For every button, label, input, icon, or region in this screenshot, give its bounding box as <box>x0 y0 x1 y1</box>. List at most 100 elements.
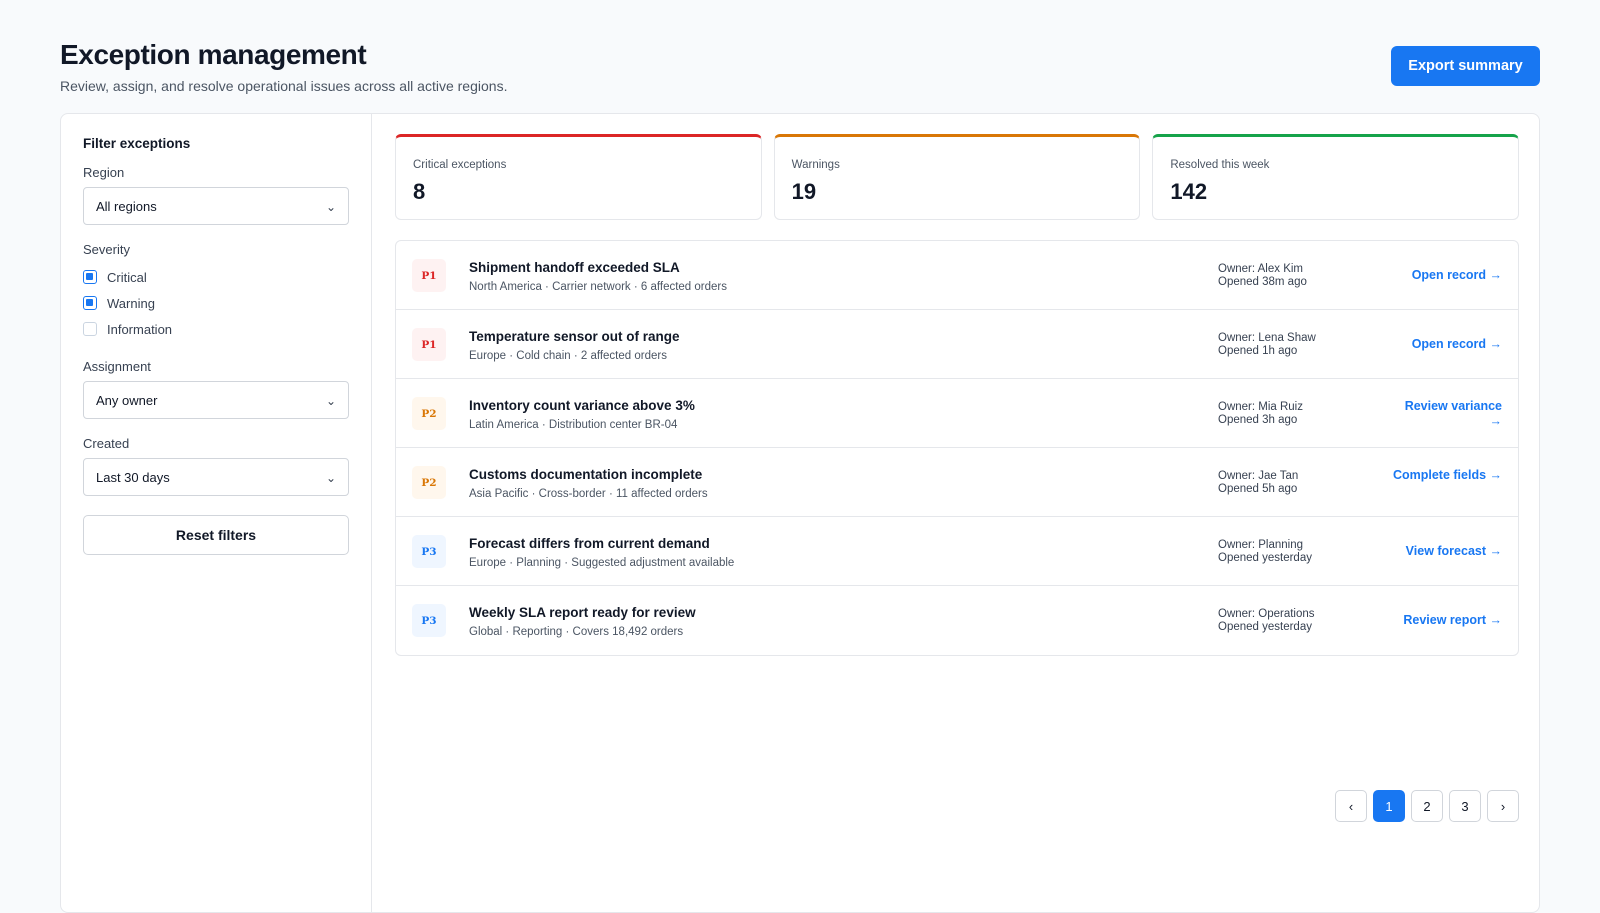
exception-owner-block: Owner: Alex Kim Opened 38m ago <box>1218 263 1307 289</box>
checkbox-icon[interactable] <box>83 296 97 310</box>
created-select[interactable]: Last 30 days ⌄ <box>83 458 349 496</box>
stat-card: Warnings 19 <box>773 134 1141 220</box>
priority-badge: P3 <box>412 604 446 637</box>
severity-option-information[interactable]: Information <box>83 316 349 342</box>
exception-owner: Owner: Operations <box>1218 608 1315 620</box>
exception-meta: North America · Carrier network · 6 affe… <box>469 281 727 293</box>
exception-owner-block: Owner: Mia Ruiz Opened 3h ago <box>1218 401 1303 427</box>
prev-page-button[interactable]: ‹ <box>1335 790 1367 822</box>
exception-meta: Europe · Cold chain · 2 affected orders <box>469 350 667 362</box>
exception-meta: Asia Pacific · Cross-border · 11 affecte… <box>469 488 708 500</box>
checkbox-icon[interactable] <box>83 322 97 336</box>
exception-owner-block: Owner: Jae Tan Opened 5h ago <box>1218 470 1298 496</box>
assignment-filter: Assignment Any owner ⌄ <box>83 359 349 419</box>
region-value: All regions <box>96 198 157 214</box>
stat-value: 19 <box>791 179 817 204</box>
next-page-button[interactable]: › <box>1487 790 1519 822</box>
exception-title: Shipment handoff exceeded SLA <box>469 260 680 275</box>
exception-action-link[interactable]: Open record → <box>1412 268 1502 283</box>
region-label: Region <box>83 165 125 180</box>
severity-option-warning[interactable]: Warning <box>83 290 349 316</box>
exceptions-panel: Filter exceptions Region All regions ⌄ S… <box>60 113 1540 913</box>
severity-option-label: Information <box>107 321 173 337</box>
chevron-down-icon: ⌄ <box>325 394 336 408</box>
exception-action-link[interactable]: View forecast → <box>1406 544 1502 559</box>
exception-row: P2 Inventory count variance above 3% Latin… <box>396 379 1518 448</box>
exception-opened: Opened yesterday <box>1218 552 1312 564</box>
exception-action-link[interactable]: Review variance → <box>1392 399 1502 429</box>
region-select[interactable]: All regions ⌄ <box>83 187 349 225</box>
exception-owner: Owner: Mia Ruiz <box>1218 401 1303 413</box>
page-subtitle: Review, assign, and resolve operational … <box>60 78 508 94</box>
exception-owner: Owner: Alex Kim <box>1218 263 1303 275</box>
exception-action-link[interactable]: Complete fields → <box>1392 468 1502 483</box>
priority-badge: P1 <box>412 259 446 292</box>
exception-owner-block: Owner: Planning Opened yesterday <box>1218 539 1312 565</box>
exception-row: P1 Shipment handoff exceeded SLA North Ame… <box>396 241 1518 310</box>
exception-opened: Opened 5h ago <box>1218 483 1298 495</box>
stat-label: Resolved this week <box>1170 159 1270 171</box>
stat-label: Critical exceptions <box>413 159 507 171</box>
page-title: Exception management <box>60 39 367 70</box>
exception-meta: Global · Reporting · Covers 18,492 order… <box>469 626 684 638</box>
region-filter: Region All regions ⌄ <box>83 165 349 225</box>
stats-row: Critical exceptions 8 Warnings 19 Resolved t… <box>395 134 1520 220</box>
exception-meta: Latin America · Distribution center BR-0… <box>469 419 678 431</box>
page-button-3[interactable]: 3 <box>1449 790 1481 822</box>
exception-opened: Opened yesterday <box>1218 621 1312 633</box>
exception-owner-block: Owner: Lena Shaw Opened 1h ago <box>1218 332 1316 358</box>
exception-row: P3 Weekly SLA report ready for review Glob… <box>396 586 1518 655</box>
exception-owner: Owner: Lena Shaw <box>1218 332 1316 344</box>
chevron-down-icon: ⌄ <box>325 471 336 485</box>
page-button-2[interactable]: 2 <box>1411 790 1443 822</box>
severity-filter: Severity Critical Warning Information <box>83 242 349 342</box>
severity-label: Severity <box>83 242 130 257</box>
exception-owner-block: Owner: Operations Opened yesterday <box>1218 608 1315 634</box>
exception-owner: Owner: Planning <box>1218 539 1304 551</box>
stat-label: Warnings <box>791 159 840 171</box>
pagination: ‹ 1 2 3 › <box>1335 790 1519 822</box>
assignment-select[interactable]: Any owner ⌄ <box>83 381 349 419</box>
exception-opened: Opened 3h ago <box>1218 414 1298 426</box>
checkbox-icon[interactable] <box>83 270 97 284</box>
assignment-value: Any owner <box>96 392 158 408</box>
exception-action-link[interactable]: Open record → <box>1412 337 1502 352</box>
stat-value: 142 <box>1170 179 1208 204</box>
exception-title: Temperature sensor out of range <box>469 329 680 344</box>
filter-title: Filter exceptions <box>83 136 191 151</box>
export-summary-button[interactable]: Export summary <box>1391 46 1540 86</box>
exception-title: Forecast differs from current demand <box>469 536 710 551</box>
created-value: Last 30 days <box>96 469 170 485</box>
exception-title: Weekly SLA report ready for review <box>469 605 696 620</box>
stat-card: Resolved this week 142 <box>1152 134 1520 220</box>
exception-owner: Owner: Jae Tan <box>1218 470 1299 482</box>
priority-badge: P2 <box>412 466 446 499</box>
created-filter: Created Last 30 days ⌄ <box>83 436 349 496</box>
priority-badge: P1 <box>412 328 446 361</box>
exception-list: P1 Shipment handoff exceeded SLA North Ame… <box>395 240 1519 656</box>
page-header: Exception management Review, assign, and… <box>60 38 1540 98</box>
exception-opened: Opened 1h ago <box>1218 345 1298 357</box>
severity-option-label: Warning <box>107 295 155 311</box>
priority-badge: P2 <box>412 397 446 430</box>
exception-action-link[interactable]: Review report → <box>1403 613 1502 628</box>
exception-title: Customs documentation incomplete <box>469 467 703 482</box>
exception-title: Inventory count variance above 3% <box>469 398 695 413</box>
severity-option-critical[interactable]: Critical <box>83 264 349 290</box>
exception-row: P3 Forecast differs from current demand Eu… <box>396 517 1518 586</box>
exception-row: P2 Customs documentation incomplete Asia P… <box>396 448 1518 517</box>
exception-opened: Opened 38m ago <box>1218 276 1307 288</box>
filter-sidebar: Filter exceptions Region All regions ⌄ S… <box>61 114 372 912</box>
priority-badge: P3 <box>412 535 446 568</box>
exception-meta: Europe · Planning · Suggested adjustment… <box>469 557 735 569</box>
created-label: Created <box>83 436 130 451</box>
stat-card: Critical exceptions 8 <box>395 134 762 220</box>
exception-row: P1 Temperature sensor out of range Europe … <box>396 310 1518 379</box>
assignment-label: Assignment <box>83 359 151 374</box>
stat-value: 8 <box>413 179 426 204</box>
chevron-down-icon: ⌄ <box>325 200 336 214</box>
page-button-1[interactable]: 1 <box>1373 790 1405 822</box>
reset-filters-button[interactable]: Reset filters <box>83 515 349 555</box>
severity-option-label: Critical <box>107 269 147 285</box>
main-content: Critical exceptions 8 Warnings 19 Resolved t… <box>395 134 1520 822</box>
